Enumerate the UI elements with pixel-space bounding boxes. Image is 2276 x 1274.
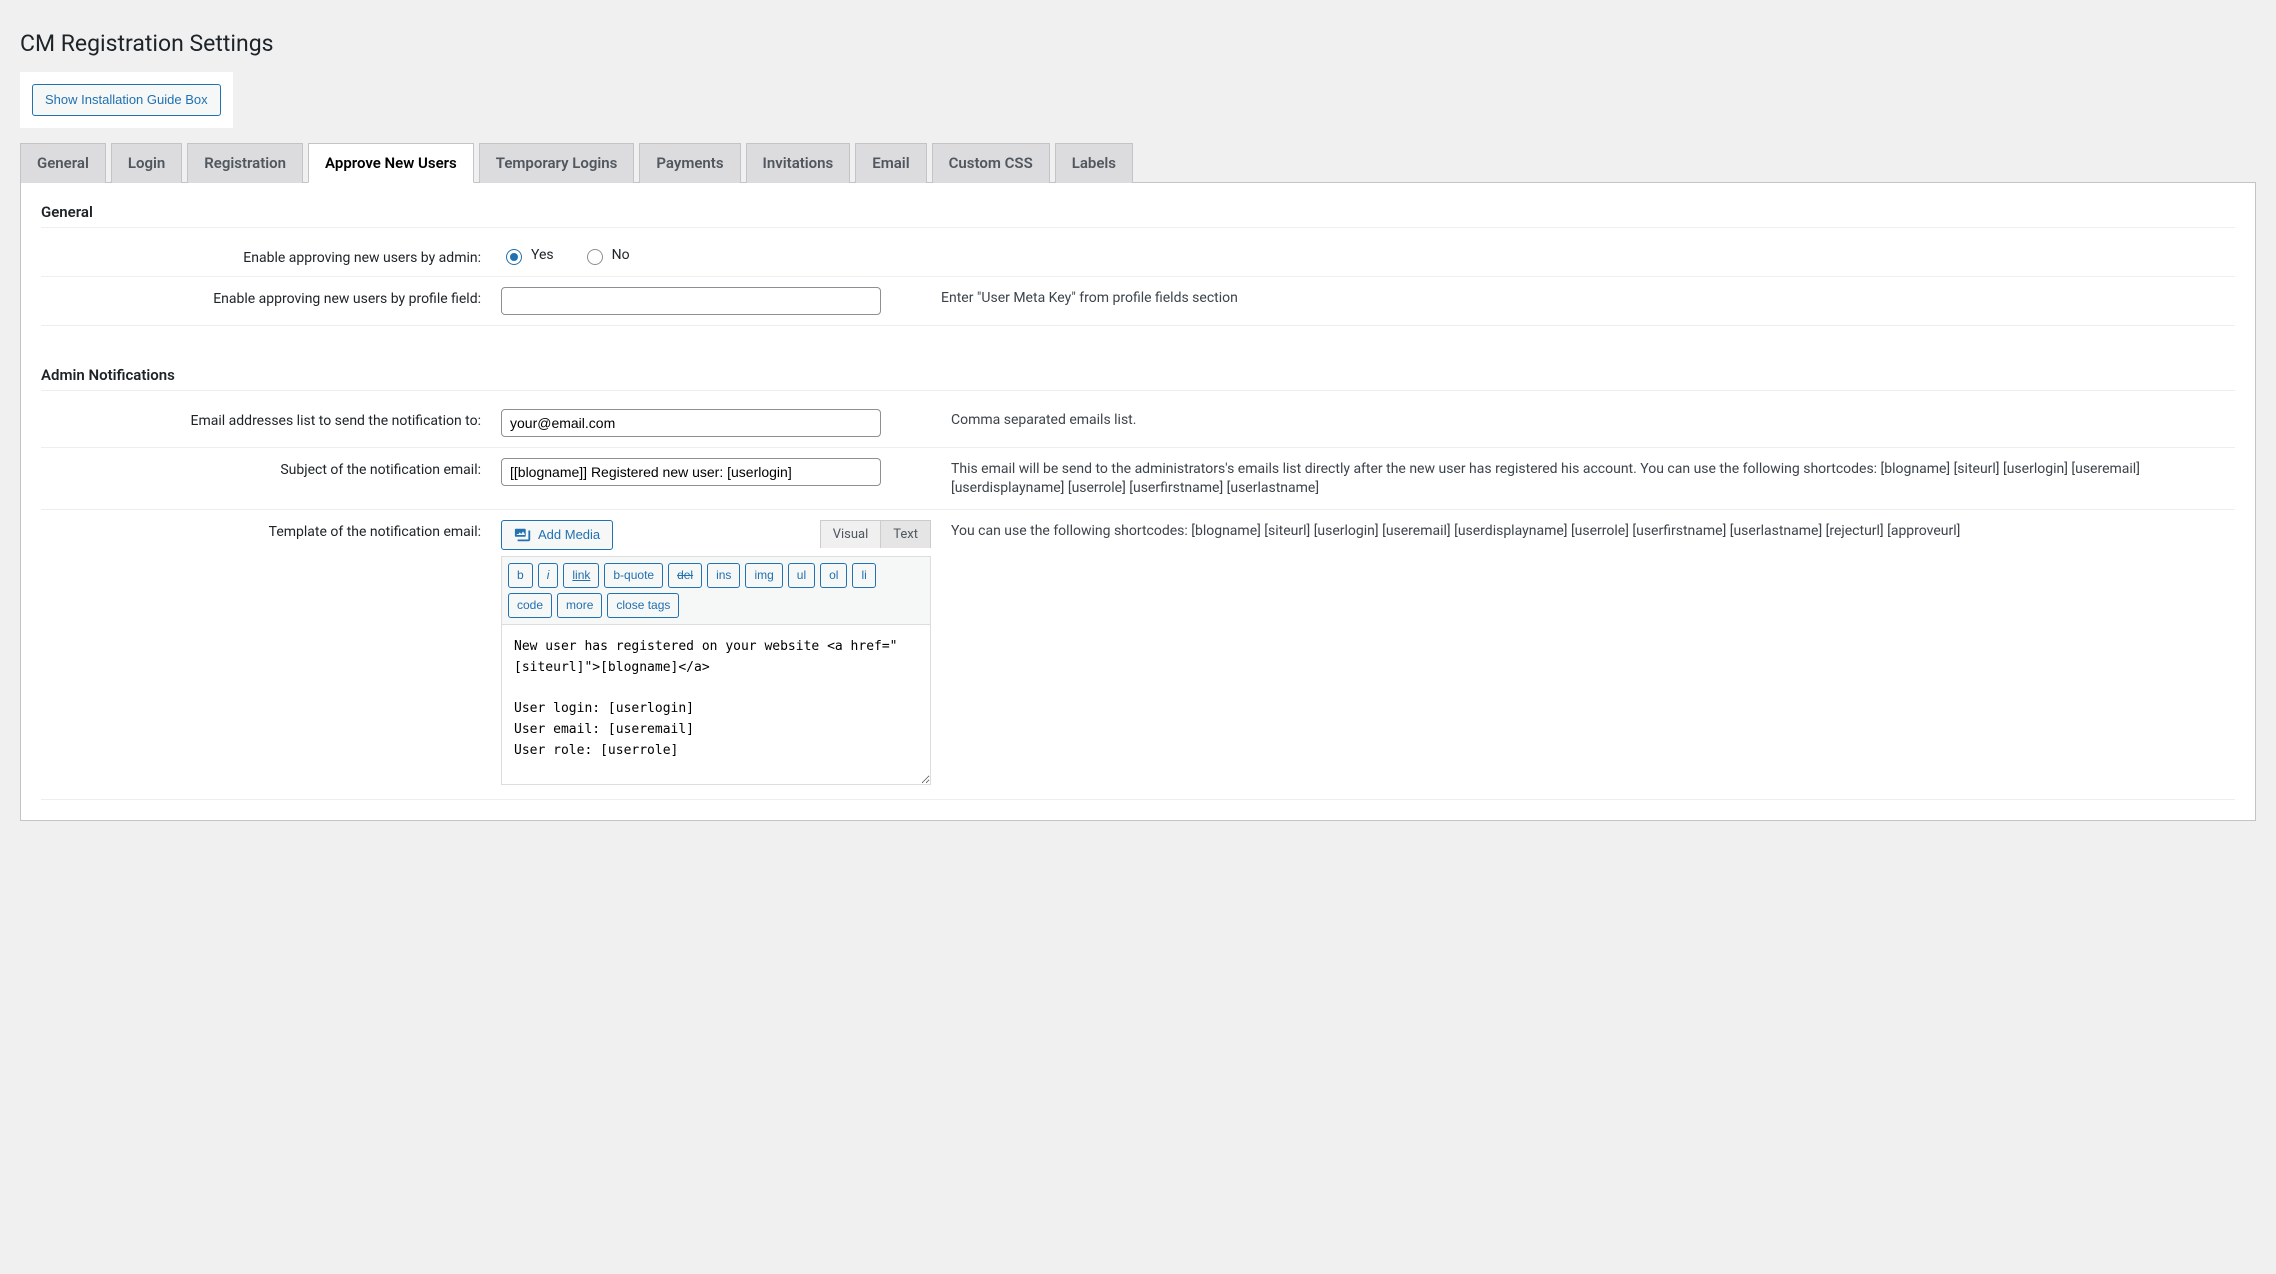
add-media-label: Add Media <box>538 527 600 542</box>
yes-label: Yes <box>531 247 554 263</box>
guide-box: Show Installation Guide Box <box>20 72 233 128</box>
enable-approve-yes[interactable]: Yes <box>501 246 554 265</box>
page-title: CM Registration Settings <box>20 30 2256 57</box>
media-icon <box>514 526 532 544</box>
enable-approve-label: Enable approving new users by admin: <box>41 236 491 277</box>
editor-mode-tabs: Visual Text <box>820 520 931 548</box>
tab-labels[interactable]: Labels <box>1055 143 1133 183</box>
subject-label: Subject of the notification email: <box>41 447 491 509</box>
quicktags-toolbar: b i link b-quote del ins img ul ol li co… <box>501 556 931 625</box>
editor-tab-text[interactable]: Text <box>881 521 930 548</box>
qt-ins[interactable]: ins <box>707 563 740 588</box>
tab-login[interactable]: Login <box>111 143 182 183</box>
subject-input[interactable] <box>501 458 881 486</box>
qt-li[interactable]: li <box>852 563 875 588</box>
tab-invitations[interactable]: Invitations <box>746 143 851 183</box>
enable-approve-no[interactable]: No <box>582 246 630 265</box>
emails-input[interactable] <box>501 409 881 437</box>
qt-more[interactable]: more <box>557 593 602 618</box>
no-label: No <box>612 247 630 263</box>
emails-desc: Comma separated emails list. <box>941 399 2235 448</box>
qt-b[interactable]: b <box>508 563 533 588</box>
tab-registration[interactable]: Registration <box>187 143 303 183</box>
qt-link[interactable]: link <box>563 563 599 588</box>
tab-custom-css[interactable]: Custom CSS <box>932 143 1050 183</box>
emails-label: Email addresses list to send the notific… <box>41 399 491 448</box>
template-label: Template of the notification email: <box>41 509 491 799</box>
template-editor: Add Media Visual Text b i link b-quote <box>501 520 931 789</box>
tab-approve-new-users[interactable]: Approve New Users <box>308 143 474 183</box>
qt-ol[interactable]: ol <box>820 563 847 588</box>
tab-temporary-logins[interactable]: Temporary Logins <box>479 143 635 183</box>
section-admin-heading: Admin Notifications <box>41 366 2235 391</box>
subject-desc: This email will be send to the administr… <box>941 447 2235 509</box>
tab-payments[interactable]: Payments <box>639 143 740 183</box>
section-general-heading: General <box>41 203 2235 228</box>
qt-bquote[interactable]: b-quote <box>604 563 663 588</box>
editor-tab-visual[interactable]: Visual <box>821 521 882 548</box>
tab-content: General Enable approving new users by ad… <box>20 182 2256 822</box>
enable-profile-label: Enable approving new users by profile fi… <box>41 276 491 325</box>
enable-profile-desc: Enter "User Meta Key" from profile field… <box>931 276 2235 325</box>
settings-tabs: General Login Registration Approve New U… <box>20 143 2256 182</box>
tab-email[interactable]: Email <box>855 143 926 183</box>
template-textarea[interactable] <box>501 625 931 785</box>
qt-img[interactable]: img <box>745 563 782 588</box>
tab-general[interactable]: General <box>20 143 106 183</box>
enable-approve-yes-radio[interactable] <box>506 249 522 265</box>
user-meta-key-input[interactable] <box>501 287 881 315</box>
qt-i[interactable]: i <box>538 563 559 588</box>
qt-close[interactable]: close tags <box>607 593 679 618</box>
show-installation-guide-button[interactable]: Show Installation Guide Box <box>32 84 221 116</box>
add-media-button[interactable]: Add Media <box>501 520 613 550</box>
qt-code[interactable]: code <box>508 593 552 618</box>
qt-ul[interactable]: ul <box>788 563 815 588</box>
qt-del[interactable]: del <box>668 563 702 588</box>
template-desc: You can use the following shortcodes: [b… <box>941 509 2235 799</box>
enable-approve-no-radio[interactable] <box>587 249 603 265</box>
